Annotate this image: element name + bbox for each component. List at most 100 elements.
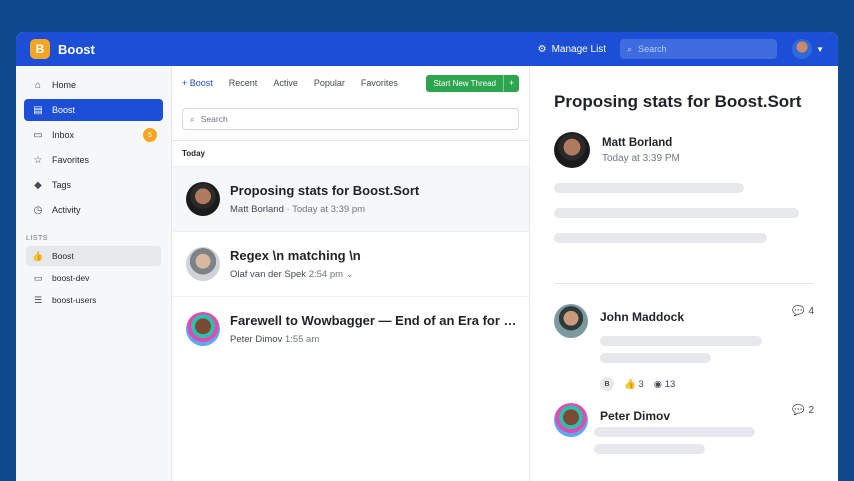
avatar bbox=[186, 182, 220, 216]
sidebar-item-label: Inbox bbox=[52, 130, 75, 140]
list-item-label: Boost bbox=[52, 251, 74, 261]
reply-count[interactable]: 💬 2 bbox=[792, 405, 814, 416]
thread-meta: Olaf van der Spek 2:54 pm ⌄ bbox=[230, 269, 515, 280]
tab-recent[interactable]: Recent bbox=[229, 78, 258, 88]
thread-time: · Today at 3:39 pm bbox=[286, 204, 366, 215]
manage-list-label: Manage List bbox=[551, 43, 607, 55]
avatar bbox=[186, 247, 220, 281]
app-title: Boost bbox=[58, 41, 95, 57]
sidebar-item-label: Boost bbox=[52, 105, 76, 115]
view-count: 13 bbox=[664, 378, 676, 390]
tab-popular[interactable]: Popular bbox=[314, 78, 345, 88]
reply-item: Peter Dimov 💬 2 bbox=[554, 403, 814, 454]
views: ◉ 13 bbox=[654, 379, 676, 390]
lists-section-label: LISTS bbox=[26, 235, 48, 242]
thread-meta: Matt Borland · Today at 3:39 pm bbox=[230, 204, 515, 215]
sidebar-item-activity[interactable]: ◷ Activity bbox=[24, 199, 163, 221]
thread-item[interactable]: Proposing stats for Boost.Sort Matt Borl… bbox=[172, 166, 529, 231]
star-icon: ☆ bbox=[33, 154, 43, 166]
list-item-label: boost-users bbox=[52, 295, 97, 305]
reply-count-value: 4 bbox=[808, 306, 814, 317]
section-today: Today bbox=[172, 140, 529, 166]
skeleton-line bbox=[594, 427, 755, 437]
user-avatar[interactable] bbox=[792, 39, 813, 59]
search-icon: ⌕ bbox=[190, 113, 195, 124]
post-body-placeholder bbox=[554, 183, 814, 243]
sidebar-item-label: Favorites bbox=[52, 155, 90, 165]
thread-author: Matt Borland bbox=[230, 204, 284, 215]
list-icon: ☰ bbox=[33, 294, 43, 305]
eye-icon: ◉ bbox=[653, 378, 663, 390]
sidebar-item-boost[interactable]: ▤ Boost bbox=[24, 99, 163, 121]
sidebar-item-favorites[interactable]: ☆ Favorites bbox=[24, 149, 163, 171]
chevron-down-icon[interactable]: ▼ bbox=[816, 45, 824, 54]
like-count: 3 bbox=[638, 378, 644, 390]
thread-item[interactable]: Farewell to Wowbagger — End of an Era fo… bbox=[172, 296, 529, 361]
thread-author: Olaf van der Spek bbox=[230, 269, 307, 280]
avatar bbox=[554, 132, 590, 168]
like-button[interactable]: 👍 3 bbox=[624, 379, 644, 390]
manage-list-button[interactable]: ⚙ Manage List bbox=[538, 44, 606, 55]
tag-icon: ◆ bbox=[34, 179, 42, 191]
reply-item: John Maddock B 👍 3 ◉ 13 💬 4 bbox=[554, 304, 814, 391]
list-item-boost-dev[interactable]: ▭ boost-dev bbox=[26, 268, 161, 288]
reply-stats: B 👍 3 ◉ 13 bbox=[600, 377, 814, 391]
boost-icon: ▤ bbox=[33, 104, 43, 116]
avatar bbox=[554, 403, 588, 437]
comment-icon: 💬 bbox=[791, 306, 805, 317]
thread-author: Peter Dimov bbox=[230, 334, 283, 345]
sidebar-item-tags[interactable]: ◆ Tags bbox=[24, 174, 163, 196]
thread-list-panel: + Boost Recent Active Popular Favorites … bbox=[172, 66, 530, 481]
gear-icon: ⚙ bbox=[537, 43, 547, 55]
reply-author[interactable]: John Maddock bbox=[600, 310, 814, 324]
thread-time: 1:55 am bbox=[284, 334, 320, 345]
detail-author-name[interactable]: Matt Borland bbox=[602, 137, 680, 149]
avatar bbox=[554, 304, 588, 338]
skeleton-line bbox=[554, 233, 767, 243]
sidebar-item-label: Tags bbox=[52, 180, 72, 190]
thread-title: Farewell to Wowbagger — End of an Era fo… bbox=[230, 313, 515, 328]
skeleton-line bbox=[600, 353, 711, 363]
inbox-badge: 5 bbox=[143, 128, 157, 142]
list-item-boost[interactable]: 👍 Boost bbox=[26, 246, 161, 266]
new-thread-plus-button[interactable]: + bbox=[503, 74, 519, 92]
clock-icon: ◷ bbox=[33, 204, 43, 216]
start-new-thread-button[interactable]: Start New Thread bbox=[426, 74, 503, 92]
sidebar: ⌂ Home ▤ Boost ▭ Inbox 5 ☆ Favorites ◆ T… bbox=[16, 66, 172, 481]
thread-item[interactable]: Regex \n matching \n Olaf van der Spek 2… bbox=[172, 231, 529, 296]
thread-title: Proposing stats for Boost.Sort bbox=[230, 183, 420, 198]
reply-author[interactable]: Peter Dimov bbox=[600, 409, 814, 423]
search-icon: ⌕ bbox=[627, 43, 633, 54]
thread-detail-panel: Proposing stats for Boost.Sort Matt Borl… bbox=[530, 66, 838, 481]
thread-search-placeholder: Search bbox=[200, 114, 228, 124]
header-search-input[interactable]: ⌕ Search bbox=[620, 39, 778, 59]
start-new-thread-group: Start New Thread + bbox=[426, 74, 519, 92]
thumbs-up-icon: 👍 bbox=[32, 250, 44, 261]
skeleton-line bbox=[554, 208, 799, 218]
tab-active[interactable]: Active bbox=[273, 78, 298, 88]
chevron-down-icon[interactable]: ⌄ bbox=[346, 269, 354, 280]
home-icon: ⌂ bbox=[34, 79, 42, 91]
reply-count[interactable]: 💬 4 bbox=[792, 306, 814, 317]
boost-badge: B bbox=[600, 377, 614, 391]
app-window: B Boost ⚙ Manage List ⌕ Search ▼ ⌂ Home … bbox=[16, 32, 838, 481]
list-item-boost-users[interactable]: ☰ boost-users bbox=[26, 290, 161, 310]
thread-time: 2:54 pm bbox=[308, 269, 344, 280]
skeleton-line bbox=[554, 183, 744, 193]
tab-favorites[interactable]: Favorites bbox=[361, 78, 398, 88]
list-item-label: boost-dev bbox=[52, 273, 90, 283]
thread-search-input[interactable]: ⌕ Search bbox=[182, 108, 519, 130]
detail-title: Proposing stats for Boost.Sort bbox=[554, 92, 802, 111]
avatar bbox=[186, 312, 220, 346]
skeleton-line bbox=[600, 336, 762, 346]
tab-boost[interactable]: + Boost bbox=[182, 78, 213, 88]
sidebar-item-inbox[interactable]: ▭ Inbox 5 bbox=[24, 124, 163, 146]
sidebar-item-home[interactable]: ⌂ Home bbox=[24, 74, 163, 96]
comment-icon: 💬 bbox=[791, 405, 805, 416]
divider bbox=[554, 283, 814, 284]
boost-logo-icon[interactable]: B bbox=[30, 39, 50, 59]
thread-meta: Peter Dimov 1:55 am bbox=[230, 334, 515, 345]
reply-count-value: 2 bbox=[808, 405, 814, 416]
sidebar-item-label: Home bbox=[52, 80, 77, 90]
thumbs-up-icon: 👍 bbox=[624, 378, 636, 390]
